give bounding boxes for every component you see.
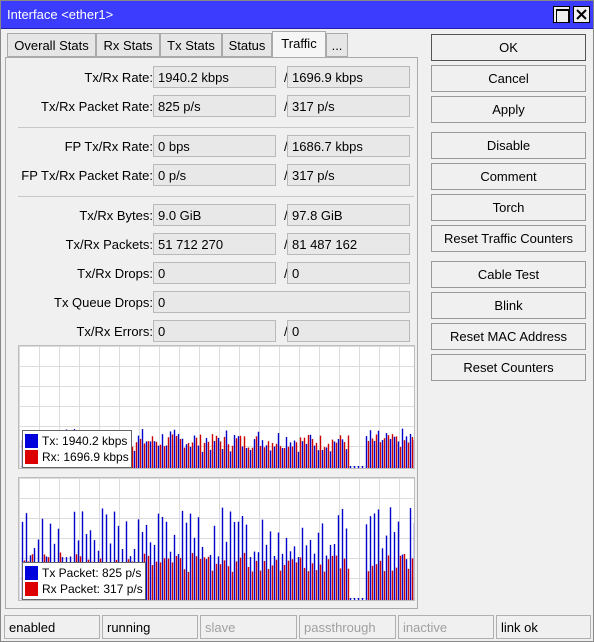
fp-txrx-rate-label: FP Tx/Rx Rate:: [64, 139, 153, 154]
reset-traffic-counters-button[interactable]: Reset Traffic Counters: [431, 225, 586, 252]
legend-rx-packet-label: Rx Packet:: [42, 582, 101, 596]
tx-color-swatch: [25, 434, 38, 448]
legend-item-tx: Tx: 1940.2 kbps: [25, 433, 129, 449]
title-bar[interactable]: Interface <ether1>: [1, 1, 593, 29]
cancel-button[interactable]: Cancel: [431, 65, 586, 92]
fp-rx-packet-rate-field: 317 p/s: [287, 164, 410, 186]
comment-button[interactable]: Comment: [431, 163, 586, 190]
tab-label: ...: [331, 38, 343, 53]
reset-mac-address-button[interactable]: Reset MAC Address: [431, 323, 586, 350]
legend-rx-value: 1696.9 kbps: [63, 450, 129, 464]
tab-label: Overall Stats: [14, 38, 89, 53]
interface-window: Interface <ether1> Overall Stats Rx Stat…: [0, 0, 594, 642]
tx-packet-rate-field: 825 p/s: [153, 95, 276, 117]
legend-tx-packet-label: Tx Packet:: [42, 566, 99, 580]
maximize-icon[interactable]: [553, 6, 570, 23]
fp-rx-rate-field: 1686.7 kbps: [287, 135, 410, 157]
tx-queue-drops-field: 0: [153, 291, 410, 313]
fp-tx-packet-rate-field: 0 p/s: [153, 164, 276, 186]
tab-traffic[interactable]: Traffic: [272, 31, 326, 58]
divider: [18, 196, 414, 197]
tab-overall-stats[interactable]: Overall Stats: [7, 33, 96, 57]
packets-legend: Tx Packet: 825 p/s Rx Packet: 317 p/s: [22, 562, 146, 600]
close-icon[interactable]: [573, 6, 590, 23]
tab-label: Status: [228, 38, 266, 53]
tx-packet-color-swatch: [25, 566, 38, 580]
tx-queue-drops-label: Tx Queue Drops:: [54, 295, 153, 310]
status-passthrough: passthrough: [299, 615, 396, 639]
status-slave: slave: [200, 615, 297, 639]
tab-status[interactable]: Status: [222, 33, 272, 57]
txrx-bytes-label: Tx/Rx Bytes:: [79, 208, 153, 223]
rx-color-swatch: [25, 450, 38, 464]
apply-button[interactable]: Apply: [431, 96, 586, 123]
legend-rx-packet-value: 317 p/s: [103, 582, 143, 596]
tab-tx-stats[interactable]: Tx Stats: [160, 33, 222, 57]
tx-errors-field: 0: [153, 320, 276, 342]
tab-label: Traffic: [281, 36, 317, 51]
txrx-errors-label: Tx/Rx Errors:: [76, 324, 153, 339]
status-inactive: inactive: [398, 615, 494, 639]
divider: [18, 127, 414, 128]
blink-button[interactable]: Blink: [431, 292, 586, 319]
traffic-panel: Tx/Rx Rate: 1940.2 kbps / 1696.9 kbps Tx…: [5, 57, 418, 609]
legend-item-rx-packet: Rx Packet: 317 p/s: [25, 581, 143, 597]
tab-rx-stats[interactable]: Rx Stats: [96, 33, 160, 57]
txrx-rate-label: Tx/Rx Rate:: [84, 70, 153, 85]
tx-bytes-field: 9.0 GiB: [153, 204, 276, 226]
status-link: link ok: [496, 615, 591, 639]
rx-packet-rate-field: 317 p/s: [287, 95, 410, 117]
reset-counters-button[interactable]: Reset Counters: [431, 354, 586, 381]
status-enabled: enabled: [4, 615, 100, 639]
traffic-graph: Tx: 1940.2 kbps Rx: 1696.9 kbps: [18, 345, 415, 469]
ok-button[interactable]: OK: [431, 34, 586, 61]
legend-tx-label: Tx:: [42, 434, 59, 448]
tx-rate-field: 1940.2 kbps: [153, 66, 276, 88]
status-running: running: [102, 615, 198, 639]
fp-tx-rate-field: 0 bps: [153, 135, 276, 157]
cable-test-button[interactable]: Cable Test: [431, 261, 586, 288]
rx-drops-field: 0: [287, 262, 410, 284]
disable-button[interactable]: Disable: [431, 132, 586, 159]
legend-rx-label: Rx:: [42, 450, 60, 464]
fp-txrx-packet-rate-label: FP Tx/Rx Packet Rate:: [21, 168, 153, 183]
packets-graph: Tx Packet: 825 p/s Rx Packet: 317 p/s: [18, 477, 415, 601]
txrx-packet-rate-label: Tx/Rx Packet Rate:: [41, 99, 153, 114]
tx-packets-field: 51 712 270: [153, 233, 276, 255]
window-title: Interface <ether1>: [7, 7, 114, 22]
txrx-drops-label: Tx/Rx Drops:: [77, 266, 153, 281]
tx-drops-field: 0: [153, 262, 276, 284]
tab-label: Tx Stats: [167, 38, 215, 53]
tab-label: Rx Stats: [103, 38, 153, 53]
torch-button[interactable]: Torch: [431, 194, 586, 221]
txrx-packets-label: Tx/Rx Packets:: [65, 237, 153, 252]
tab-more[interactable]: ...: [326, 33, 348, 57]
traffic-legend: Tx: 1940.2 kbps Rx: 1696.9 kbps: [22, 430, 132, 468]
legend-tx-packet-value: 825 p/s: [102, 566, 142, 580]
rx-packet-color-swatch: [25, 582, 38, 596]
legend-tx-value: 1940.2 kbps: [62, 434, 128, 448]
rx-rate-field: 1696.9 kbps: [287, 66, 410, 88]
rx-bytes-field: 97.8 GiB: [287, 204, 410, 226]
rx-packets-field: 81 487 162: [287, 233, 410, 255]
rx-errors-field: 0: [287, 320, 410, 342]
legend-item-tx-packet: Tx Packet: 825 p/s: [25, 565, 143, 581]
legend-item-rx: Rx: 1696.9 kbps: [25, 449, 129, 465]
